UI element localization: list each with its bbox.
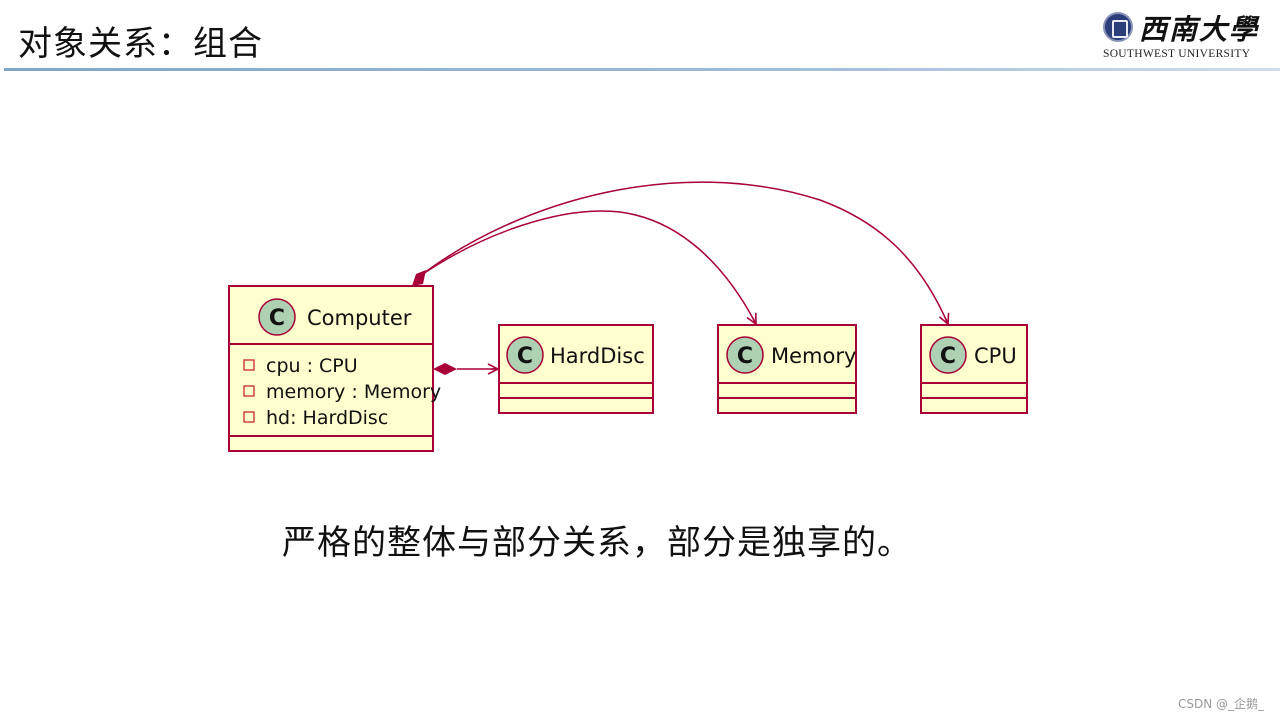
class-cpu[interactable]: C CPU — [920, 324, 1028, 414]
attribute-hd: hd: HardDisc — [266, 407, 388, 429]
class-badge-letter: C — [517, 344, 533, 369]
composition-diamond-right — [433, 363, 457, 375]
class-name: Memory — [771, 344, 856, 368]
class-badge-letter: C — [940, 344, 956, 369]
class-computer[interactable]: C Computer cpu : CPU memory : Memory hd:… — [228, 285, 441, 452]
uml-class-diagram: C Computer cpu : CPU memory : Memory hd:… — [228, 181, 1028, 452]
watermark: CSDN @_企鹅_ — [1177, 697, 1264, 711]
class-memory[interactable]: C Memory — [717, 324, 857, 414]
relation-computer-cpu — [419, 181, 948, 324]
relation-computer-memory — [419, 210, 756, 324]
class-name: CPU — [974, 344, 1017, 368]
class-name: HardDisc — [550, 344, 645, 368]
class-badge-letter: C — [269, 306, 285, 331]
class-badge-letter: C — [737, 344, 753, 369]
attribute-memory: memory : Memory — [266, 381, 441, 403]
attribute-cpu: cpu : CPU — [266, 355, 358, 377]
class-name: Computer — [307, 306, 412, 330]
slide-caption: 严格的整体与部分关系，部分是独享的。 — [282, 523, 912, 563]
class-harddisc[interactable]: C HardDisc — [498, 324, 654, 414]
composition-diamond-top — [412, 270, 426, 286]
relation-computer-harddisc — [433, 363, 498, 375]
